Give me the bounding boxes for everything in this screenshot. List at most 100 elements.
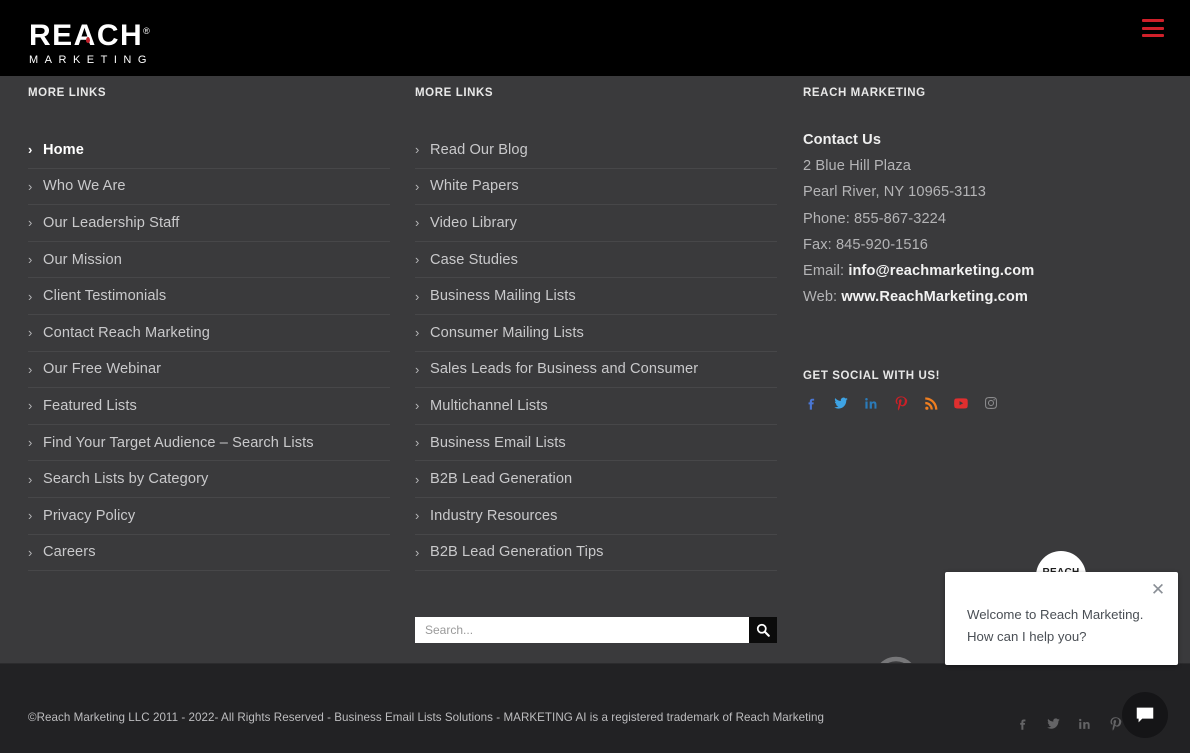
linkedin-icon[interactable] — [1077, 716, 1092, 736]
footer-link-item[interactable]: › Careers — [28, 535, 390, 572]
footer-link-label[interactable]: Multichannel Lists — [430, 398, 548, 414]
chat-message-line-2: How can I help you? — [967, 629, 1087, 644]
footer-link-label[interactable]: B2B Lead Generation Tips — [430, 544, 604, 560]
search-button[interactable] — [749, 617, 777, 643]
logo-registered-mark: ® — [143, 26, 150, 36]
footer-link-label[interactable]: Our Free Webinar — [43, 361, 161, 377]
footer-link-item[interactable]: › Consumer Mailing Lists — [415, 315, 777, 352]
footer-link-label[interactable]: Home — [43, 142, 84, 158]
chevron-right-icon: › — [28, 325, 33, 341]
footer-link-label[interactable]: Our Leadership Staff — [43, 215, 179, 231]
linkedin-icon[interactable] — [863, 395, 879, 411]
footer-link-item[interactable]: › Our Mission — [28, 242, 390, 279]
footer-column-2: MORE LINKS › Read Our Blog › White Papers › V… — [415, 76, 777, 572]
footer-column-3: REACH MARKETING Contact Us 2 Blue Hill P… — [803, 76, 1165, 411]
footer-link-item[interactable]: › Industry Resources — [415, 498, 777, 535]
search-form — [415, 617, 777, 643]
site-logo[interactable]: REACH® MARKETING — [29, 16, 189, 67]
email-link[interactable]: info@reachmarketing.com — [848, 263, 1034, 279]
footer-link-item[interactable]: › Sales Leads for Business and Consumer — [415, 352, 777, 389]
chevron-right-icon: › — [28, 471, 33, 487]
footer-link-label[interactable]: Case Studies — [430, 252, 518, 268]
footer-link-item[interactable]: › Contact Reach Marketing — [28, 315, 390, 352]
footer-link-item[interactable]: › B2B Lead Generation — [415, 461, 777, 498]
footer-link-label[interactable]: Industry Resources — [430, 508, 558, 524]
chevron-right-icon: › — [28, 508, 33, 524]
phone-number: 855-867-3224 — [854, 210, 947, 227]
footer-link-label[interactable]: Search Lists by Category — [43, 471, 208, 487]
footer-link-label[interactable]: Our Mission — [43, 252, 122, 268]
footer-link-item[interactable]: › Search Lists by Category — [28, 461, 390, 498]
hamburger-menu-icon[interactable] — [1142, 19, 1164, 37]
pinterest-icon[interactable] — [893, 395, 909, 411]
website-link[interactable]: www.ReachMarketing.com — [841, 289, 1028, 305]
footer-link-item[interactable]: › Read Our Blog — [415, 132, 777, 169]
footer-link-item[interactable]: › Case Studies — [415, 242, 777, 279]
footer-link-item[interactable]: › Our Free Webinar — [28, 352, 390, 389]
contact-info-block: Contact Us 2 Blue Hill Plaza Pearl River… — [803, 127, 1165, 310]
email-line: Email: info@reachmarketing.com — [803, 258, 1165, 284]
footer-link-label[interactable]: Contact Reach Marketing — [43, 325, 210, 341]
fax-label: Fax: — [803, 236, 836, 253]
rss-icon[interactable] — [923, 395, 939, 411]
footer-link-label[interactable]: Business Mailing Lists — [430, 288, 576, 304]
footer-link-label[interactable]: Privacy Policy — [43, 508, 135, 524]
twitter-icon — [834, 397, 848, 410]
chevron-right-icon: › — [415, 215, 420, 231]
footer-link-label[interactable]: Business Email Lists — [430, 435, 566, 451]
footer-link-list-2: › Read Our Blog › White Papers › Video Librar… — [415, 132, 777, 572]
footer-link-item[interactable]: › Who We Are — [28, 169, 390, 206]
footer-link-item[interactable]: › White Papers — [415, 169, 777, 206]
footer-link-label[interactable]: Who We Are — [43, 178, 126, 194]
facebook-icon[interactable] — [1015, 716, 1030, 736]
twitter-icon[interactable] — [833, 395, 849, 411]
footer-link-label[interactable]: White Papers — [430, 178, 519, 194]
footer-link-item[interactable]: › Business Mailing Lists — [415, 278, 777, 315]
close-icon[interactable]: ✕ — [1150, 581, 1166, 598]
site-header: REACH® MARKETING — [0, 0, 1190, 76]
contact-heading: Contact Us — [803, 132, 882, 148]
footer-link-label[interactable]: Read Our Blog — [430, 142, 528, 158]
facebook-icon[interactable] — [803, 395, 819, 411]
footer-link-item[interactable]: › Home — [28, 132, 390, 169]
web-line: Web: www.ReachMarketing.com — [803, 284, 1165, 310]
chevron-right-icon: › — [28, 398, 33, 414]
chevron-right-icon: › — [28, 435, 33, 451]
footer-link-item[interactable]: › Privacy Policy — [28, 498, 390, 535]
youtube-icon — [954, 398, 968, 409]
footer-link-label[interactable]: Client Testimonials — [43, 288, 166, 304]
footer-link-item[interactable]: › B2B Lead Generation Tips — [415, 535, 777, 572]
instagram-icon[interactable] — [983, 395, 999, 411]
pinterest-icon — [895, 396, 908, 411]
footer-link-label[interactable]: Sales Leads for Business and Consumer — [430, 361, 698, 377]
footer-link-list-1: › Home › Who We Are › Our Leadership Staff › Ou… — [28, 132, 390, 572]
footer-link-item[interactable]: › Featured Lists — [28, 388, 390, 425]
footer-link-item[interactable]: › Business Email Lists — [415, 425, 777, 462]
logo-text: REACH — [29, 19, 144, 52]
footer-link-label[interactable]: Careers — [43, 544, 96, 560]
phone-label: Phone: — [803, 210, 855, 227]
footer-link-label[interactable]: Find Your Target Audience – Search Lists — [43, 435, 314, 451]
footer-link-item[interactable]: › Video Library — [415, 205, 777, 242]
footer-link-label[interactable]: B2B Lead Generation — [430, 471, 572, 487]
footer-link-label[interactable]: Featured Lists — [43, 398, 137, 414]
youtube-icon[interactable] — [953, 395, 969, 411]
chevron-right-icon: › — [415, 544, 420, 560]
twitter-icon[interactable] — [1046, 716, 1061, 736]
chat-launcher-button[interactable] — [1122, 692, 1168, 738]
footer-link-item[interactable]: › Multichannel Lists — [415, 388, 777, 425]
page-root: REACH® MARKETING MORE LINKS › Home › Who We… — [0, 0, 1190, 753]
footer-link-item[interactable]: › Client Testimonials — [28, 278, 390, 315]
search-input[interactable] — [415, 617, 749, 643]
chevron-right-icon: › — [415, 471, 420, 487]
logo-wordmark: REACH® — [29, 16, 150, 51]
pinterest-icon[interactable] — [1108, 716, 1123, 736]
footer-link-label[interactable]: Consumer Mailing Lists — [430, 325, 584, 341]
footer-link-item[interactable]: › Find Your Target Audience – Search List… — [28, 425, 390, 462]
chevron-right-icon: › — [28, 544, 33, 560]
chevron-right-icon: › — [28, 361, 33, 377]
chat-message-line-1: Welcome to Reach Marketing. — [967, 607, 1144, 622]
footer-link-item[interactable]: › Our Leadership Staff — [28, 205, 390, 242]
footer-link-label[interactable]: Video Library — [430, 215, 517, 231]
instagram-icon — [985, 397, 997, 410]
